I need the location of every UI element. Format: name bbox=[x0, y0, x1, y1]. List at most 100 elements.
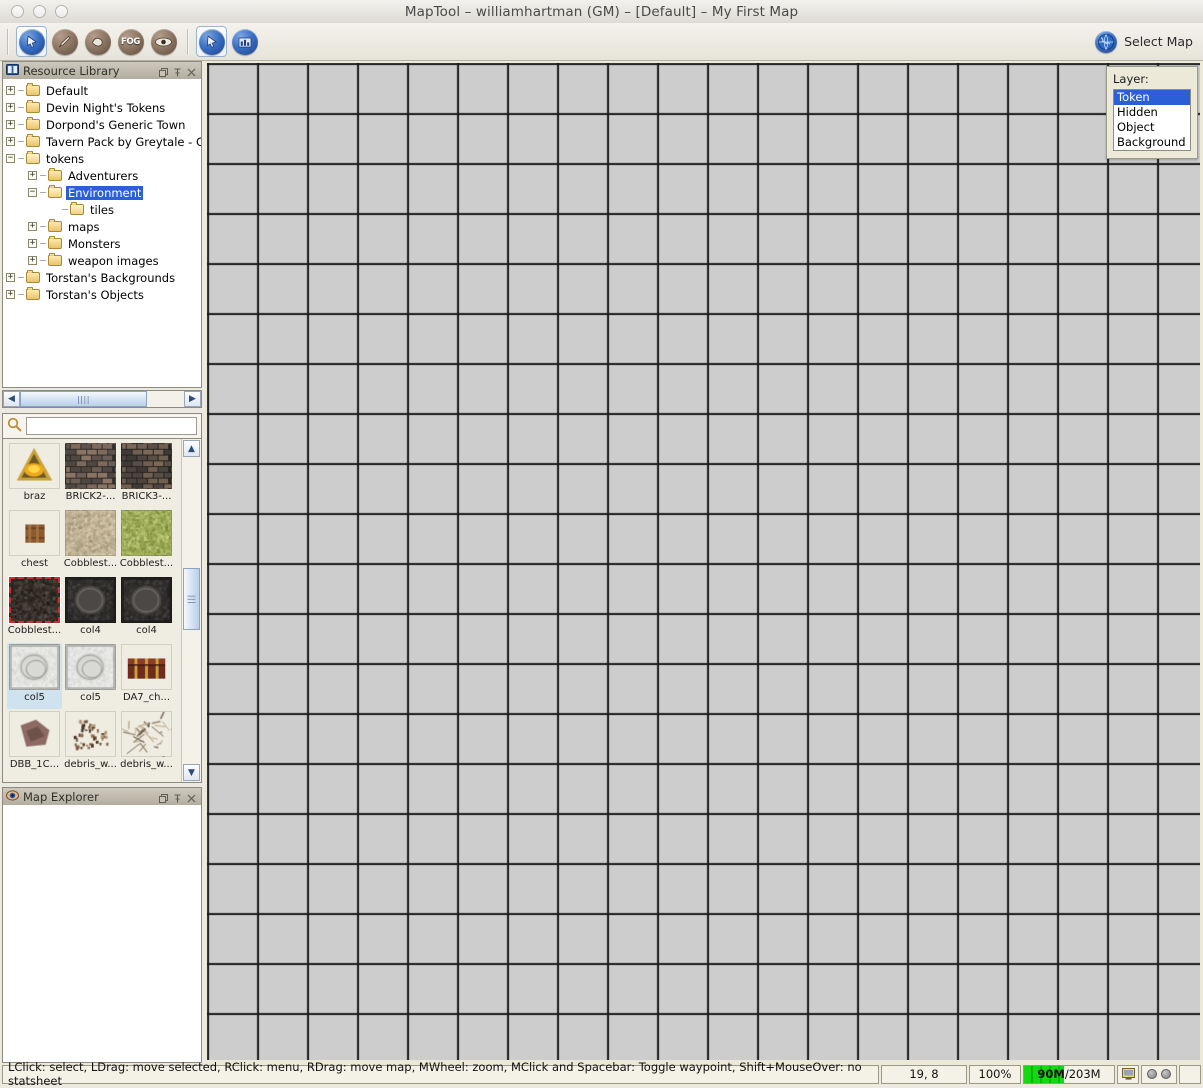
tree-item-default[interactable]: + Default bbox=[6, 82, 201, 99]
asset-thumbnail[interactable]: col4 bbox=[63, 576, 118, 642]
search-input[interactable] bbox=[26, 417, 197, 435]
layer-option-object[interactable]: Object bbox=[1114, 120, 1190, 135]
asset-thumbnail[interactable]: Cobblest... bbox=[7, 576, 62, 642]
connection-status[interactable] bbox=[1141, 1065, 1177, 1084]
tree-item-tavern-pack-by-greytale-gri[interactable]: + Tavern Pack by Greytale - Gri bbox=[6, 133, 201, 150]
eye-icon bbox=[6, 790, 19, 804]
asset-grid[interactable]: braz BRICK2-... BRICK3-... chest Cobblest...… bbox=[3, 439, 182, 782]
tree-item-dorpond-s-generic-town[interactable]: + Dorpond's Generic Town bbox=[6, 116, 201, 133]
map-canvas[interactable]: Layer: Token Hidden Object Background bbox=[205, 61, 1203, 1063]
asset-thumbnail[interactable]: col5 bbox=[7, 643, 62, 709]
folder-icon bbox=[48, 187, 62, 198]
fog-tool-button[interactable]: FOG bbox=[115, 26, 146, 57]
asset-thumbnail[interactable]: BRICK2-... bbox=[63, 442, 118, 508]
tree-item-devin-night-s-tokens[interactable]: + Devin Night's Tokens bbox=[6, 99, 201, 116]
zoom-level[interactable]: 100% bbox=[969, 1065, 1021, 1084]
asset-thumbnail[interactable]: Cobblest... bbox=[119, 509, 174, 575]
tree-item-tokens[interactable]: − tokens bbox=[6, 150, 201, 167]
memory-indicator[interactable]: 90M/203M bbox=[1023, 1065, 1115, 1084]
hscroll-thumb[interactable]: |||| bbox=[20, 391, 147, 407]
asset-image bbox=[65, 711, 116, 757]
resource-tree-hscrollbar[interactable]: ◀ |||| ▶ bbox=[2, 390, 202, 408]
tree-item-torstan-s-objects[interactable]: + Torstan's Objects bbox=[6, 286, 201, 303]
folder-icon bbox=[26, 119, 40, 130]
scroll-left-icon[interactable]: ◀ bbox=[3, 391, 20, 407]
expand-icon[interactable]: + bbox=[6, 86, 15, 95]
coordinates-readout: 19, 8 bbox=[881, 1065, 967, 1084]
expand-icon[interactable]: + bbox=[28, 256, 37, 265]
map-explorer-body[interactable] bbox=[3, 805, 201, 1062]
pin-icon[interactable] bbox=[173, 66, 182, 75]
tree-item-environment[interactable]: − Environment bbox=[6, 184, 201, 201]
tree-item-torstan-s-backgrounds[interactable]: + Torstan's Backgrounds bbox=[6, 269, 201, 286]
folder-icon bbox=[48, 221, 62, 232]
layer-option-token[interactable]: Token bbox=[1114, 90, 1190, 105]
asset-thumbnail[interactable]: col5 bbox=[63, 643, 118, 709]
tree-item-adventurers[interactable]: + Adventurers bbox=[6, 167, 201, 184]
tree-item-weapon-images[interactable]: + weapon images bbox=[6, 252, 201, 269]
expand-icon[interactable]: + bbox=[6, 103, 15, 112]
expand-icon[interactable]: + bbox=[6, 273, 15, 282]
tree-connector bbox=[18, 90, 24, 91]
asset-thumbnail[interactable]: chest bbox=[7, 509, 62, 575]
folder-icon bbox=[48, 255, 62, 266]
collapse-icon[interactable]: − bbox=[28, 188, 37, 197]
pin-icon[interactable] bbox=[173, 792, 182, 801]
scroll-right-icon[interactable]: ▶ bbox=[184, 391, 201, 407]
layer-list[interactable]: Token Hidden Object Background bbox=[1113, 89, 1191, 151]
layer-label: Layer: bbox=[1113, 72, 1191, 86]
pointer-tool-button-2[interactable] bbox=[196, 26, 227, 57]
grip-icon: |||| bbox=[77, 395, 90, 404]
float-icon[interactable] bbox=[159, 66, 168, 75]
select-map-button[interactable]: Select Map bbox=[1095, 31, 1203, 53]
tree-connector bbox=[40, 226, 46, 227]
server-status-button[interactable] bbox=[1117, 1065, 1139, 1084]
scroll-up-icon[interactable]: ▲ bbox=[183, 440, 200, 457]
asset-thumbnail[interactable]: debris_w... bbox=[119, 710, 174, 776]
asset-thumbnail[interactable]: DBB_1C... bbox=[7, 710, 62, 776]
asset-thumbnail[interactable]: Cobblest... bbox=[63, 509, 118, 575]
expand-icon[interactable]: + bbox=[28, 239, 37, 248]
layer-option-background[interactable]: Background bbox=[1114, 135, 1190, 150]
vision-tool-button[interactable] bbox=[148, 26, 179, 57]
expand-icon[interactable]: + bbox=[28, 171, 37, 180]
draw-tool-button[interactable] bbox=[49, 26, 80, 57]
main-toolbar: FOG Select Map bbox=[0, 23, 1203, 61]
template-tool-button[interactable] bbox=[82, 26, 113, 57]
asset-thumbnail-panel[interactable]: braz BRICK2-... BRICK3-... chest Cobblest...… bbox=[2, 438, 202, 783]
asset-thumbnail[interactable]: braz bbox=[7, 442, 62, 508]
close-icon[interactable] bbox=[187, 66, 196, 75]
tree-connector bbox=[18, 107, 24, 108]
layer-option-hidden[interactable]: Hidden bbox=[1114, 105, 1190, 120]
asset-thumbnail[interactable]: BRICK3-... bbox=[119, 442, 174, 508]
asset-thumbnail[interactable]: debris_w... bbox=[63, 710, 118, 776]
tree-item-tiles[interactable]: tiles bbox=[6, 201, 201, 218]
scroll-down-icon[interactable]: ▼ bbox=[183, 764, 200, 781]
vscroll-thumb[interactable]: ||| bbox=[183, 568, 200, 630]
vscroll-track[interactable]: ||| bbox=[182, 458, 201, 763]
hscroll-track[interactable]: |||| bbox=[20, 391, 184, 407]
float-icon[interactable] bbox=[159, 792, 168, 801]
close-icon[interactable] bbox=[187, 792, 196, 801]
resource-tree[interactable]: + Default + Devin Night's Tokens + Dorpond's … bbox=[3, 79, 201, 387]
asset-caption: debris_w... bbox=[120, 759, 173, 770]
tree-item-monsters[interactable]: + Monsters bbox=[6, 235, 201, 252]
chart-tool-button[interactable] bbox=[229, 26, 260, 57]
pointer-tool-button[interactable] bbox=[16, 26, 47, 57]
expand-icon[interactable]: + bbox=[6, 120, 15, 129]
title-bar: MapTool – williamhartman (GM) – [Default… bbox=[0, 0, 1203, 24]
tree-connector bbox=[62, 209, 68, 210]
tree-connector bbox=[40, 175, 46, 176]
collapse-icon[interactable]: − bbox=[6, 154, 15, 163]
asset-thumbnail[interactable]: DA7_ch... bbox=[119, 643, 174, 709]
tree-item-label: Adventurers bbox=[66, 169, 140, 183]
tree-item-maps[interactable]: + maps bbox=[6, 218, 201, 235]
expand-icon[interactable]: + bbox=[6, 290, 15, 299]
asset-vscrollbar[interactable]: ▲ ||| ▼ bbox=[181, 439, 201, 782]
asset-thumbnail[interactable]: col4 bbox=[119, 576, 174, 642]
tree-item-label: Torstan's Backgrounds bbox=[44, 271, 177, 285]
map-grid[interactable] bbox=[207, 63, 1200, 1060]
asset-image bbox=[121, 711, 172, 757]
expand-icon[interactable]: + bbox=[6, 137, 15, 146]
expand-icon[interactable]: + bbox=[28, 222, 37, 231]
